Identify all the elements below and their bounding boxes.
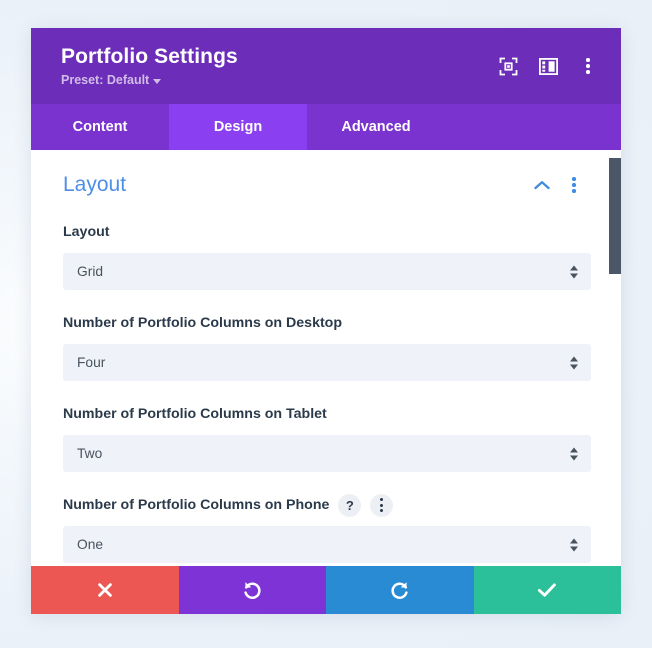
modal-footer	[31, 566, 621, 614]
section-title: Layout	[63, 173, 127, 196]
settings-scrollbar-thumb[interactable]	[609, 158, 621, 274]
page-title: Portfolio Settings	[61, 45, 238, 68]
section-more-options-dots	[572, 177, 576, 193]
layout-select[interactable]: Grid	[63, 253, 591, 290]
help-icon[interactable]: ?	[338, 493, 362, 517]
preset-selector[interactable]: Preset: Default	[61, 73, 238, 88]
field-columns-phone-label: Number of Portfolio Columns on Phone	[63, 497, 330, 513]
arrow-down-icon	[570, 455, 578, 460]
cancel-button[interactable]	[31, 566, 179, 614]
focus-icon[interactable]	[497, 55, 519, 77]
tab-content-label: Content	[72, 119, 128, 135]
modal-tabs: Content Design Advanced	[31, 104, 621, 150]
modal-header-titles: Portfolio Settings Preset: Default	[61, 44, 238, 88]
close-icon	[97, 583, 112, 597]
field-layout-label: Layout	[63, 224, 110, 240]
field-columns-desktop-label-row: Number of Portfolio Columns on Desktop	[63, 311, 591, 335]
columns-tablet-select-value: Two	[77, 445, 103, 461]
section-more-options-icon[interactable]	[565, 176, 583, 194]
more-options-dots	[586, 58, 590, 74]
tab-advanced[interactable]: Advanced	[307, 104, 445, 150]
layout-select-value: Grid	[77, 263, 104, 279]
field-columns-tablet: Number of Portfolio Columns on Tablet Tw…	[63, 402, 591, 472]
columns-phone-select[interactable]: One	[63, 526, 591, 563]
modal-header: Portfolio Settings Preset: Default	[31, 28, 621, 104]
field-more-options-dots	[380, 498, 384, 512]
arrow-down-icon	[570, 273, 578, 278]
undo-icon	[244, 582, 261, 599]
tab-advanced-label: Advanced	[341, 119, 411, 135]
select-arrows-icon	[570, 265, 578, 278]
arrow-down-icon	[570, 546, 578, 551]
section-controls	[533, 176, 583, 194]
tab-content[interactable]: Content	[31, 104, 169, 150]
select-arrows-icon	[570, 356, 578, 369]
field-layout: Layout Grid	[63, 220, 591, 290]
tab-design-label: Design	[213, 119, 263, 135]
chevron-down-icon	[153, 79, 162, 84]
columns-tablet-select[interactable]: Two	[63, 435, 591, 472]
field-columns-tablet-label-row: Number of Portfolio Columns on Tablet	[63, 402, 591, 426]
field-columns-desktop: Number of Portfolio Columns on Desktop F…	[63, 311, 591, 381]
redo-button[interactable]	[326, 566, 474, 614]
arrow-up-icon	[570, 265, 578, 270]
field-more-options-icon[interactable]	[370, 493, 394, 517]
columns-desktop-select-value: Four	[77, 354, 106, 370]
portfolio-settings-modal: Portfolio Settings Preset: Default Conte…	[31, 28, 621, 614]
columns-phone-select-value: One	[77, 536, 104, 552]
preset-label: Preset: Default	[61, 73, 150, 87]
select-arrows-icon	[570, 538, 578, 551]
field-layout-label-row: Layout	[63, 220, 591, 244]
layout-section-header: Layout	[63, 172, 591, 198]
undo-button[interactable]	[178, 566, 326, 614]
layout-panel-icon[interactable]	[537, 55, 559, 77]
modal-header-actions	[497, 55, 603, 77]
tab-design[interactable]: Design	[169, 104, 307, 150]
arrow-down-icon	[570, 364, 578, 369]
more-options-icon[interactable]	[577, 55, 599, 77]
select-arrows-icon	[570, 447, 578, 460]
field-columns-tablet-label: Number of Portfolio Columns on Tablet	[63, 406, 327, 422]
settings-scroll-area: Layout Layout Grid Number of Portfolio C…	[31, 150, 621, 566]
columns-desktop-select[interactable]: Four	[63, 344, 591, 381]
field-columns-phone: Number of Portfolio Columns on Phone ? O…	[63, 493, 591, 563]
save-button[interactable]	[473, 566, 621, 614]
help-icon-glyph: ?	[345, 497, 354, 513]
arrow-up-icon	[570, 447, 578, 452]
settings-body: Layout Layout Grid Number of Portfolio C…	[31, 150, 621, 566]
redo-icon	[391, 582, 408, 599]
check-icon	[538, 583, 557, 597]
arrow-up-icon	[570, 538, 578, 543]
chevron-up-icon[interactable]	[533, 176, 551, 194]
field-columns-phone-label-row: Number of Portfolio Columns on Phone ?	[63, 493, 591, 517]
settings-scrollbar[interactable]	[609, 150, 621, 566]
arrow-up-icon	[570, 356, 578, 361]
field-columns-desktop-label: Number of Portfolio Columns on Desktop	[63, 315, 343, 331]
